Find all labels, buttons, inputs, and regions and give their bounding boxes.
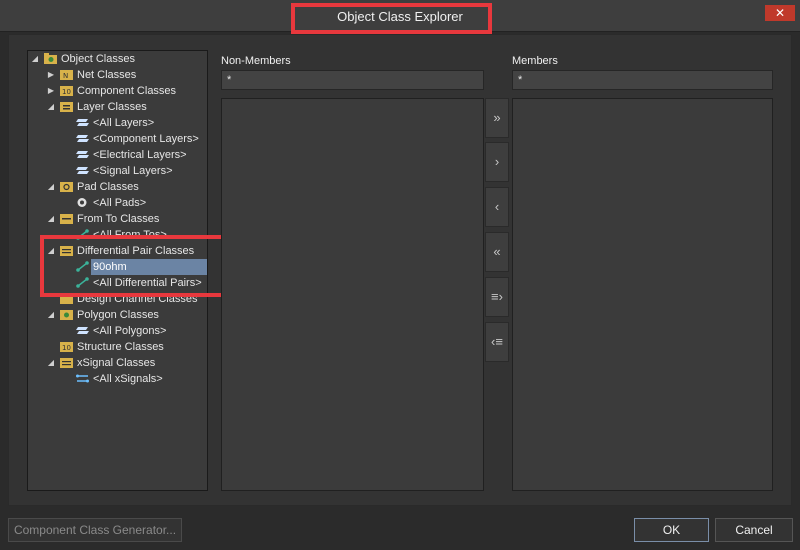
tree-label: <All Pads> (93, 197, 147, 209)
class-folder-icon (60, 102, 73, 112)
class-folder-icon (60, 246, 73, 256)
tree-node-all-from-tos[interactable]: <All From Tos> (28, 227, 207, 243)
tree-label-selected: 90ohm (91, 259, 207, 275)
window-title: Object Class Explorer (337, 9, 463, 24)
tree-label: <All xSignals> (93, 373, 163, 385)
layer-stack-icon (76, 151, 89, 158)
expand-arrow-icon[interactable]: ◢ (46, 243, 56, 259)
tree-label: Object Classes (61, 53, 135, 65)
close-button[interactable]: ✕ (765, 5, 795, 21)
remove-button[interactable]: ‹ (485, 187, 509, 227)
members-list[interactable] (512, 98, 773, 491)
collapsed-arrow-icon[interactable]: ▶ (46, 83, 56, 99)
tree-node-90ohm[interactable]: 90ohm (28, 259, 207, 275)
tree-node-pad-classes[interactable]: ◢ Pad Classes (28, 179, 207, 195)
non-members-title: Non-Members (221, 55, 291, 67)
tree-label: Polygon Classes (77, 309, 159, 321)
tree-label: <All Polygons> (93, 325, 167, 337)
non-members-filter-input[interactable]: * (221, 70, 484, 90)
tree-node-component-classes[interactable]: ▶ 10 Component Classes (28, 83, 207, 99)
tree-node-all-polygons[interactable]: <All Polygons> (28, 323, 207, 339)
diff-pair-icon (76, 277, 89, 288)
tree-label: From To Classes (77, 213, 160, 225)
expand-arrow-icon[interactable]: ◢ (46, 211, 56, 227)
tree-label: <All Layers> (93, 117, 155, 129)
tree-node-polygon-classes[interactable]: ◢ Polygon Classes (28, 307, 207, 323)
tree-label: <All From Tos> (93, 229, 167, 241)
layer-stack-icon (76, 119, 89, 126)
tree-node-design-channel-classes[interactable]: Design Channel Classes (28, 291, 207, 307)
class-tree[interactable]: ◢ Object Classes ▶ N Net Classes ▶ 10 Co… (27, 50, 208, 491)
tree-label: Design Channel Classes (77, 293, 198, 305)
class-folder-icon (60, 214, 73, 224)
tree-label: Structure Classes (77, 341, 164, 353)
non-members-list[interactable] (221, 98, 484, 491)
tree-node-all-differential-pairs[interactable]: <All Differential Pairs> (28, 275, 207, 291)
layer-stack-icon (76, 167, 89, 174)
class-folder-icon: 10 (60, 86, 73, 96)
class-folder-icon (60, 310, 73, 320)
remove-selected-button[interactable]: ‹≡ (485, 322, 509, 362)
tree-node-all-layers[interactable]: <All Layers> (28, 115, 207, 131)
class-folder-icon: N (60, 70, 73, 80)
expand-arrow-icon[interactable]: ◢ (46, 307, 56, 323)
svg-text:10: 10 (62, 344, 71, 352)
tree-label: <Electrical Layers> (93, 149, 187, 161)
pad-icon (77, 198, 87, 207)
tree-node-net-classes[interactable]: ▶ N Net Classes (28, 67, 207, 83)
class-folder-icon: 10 (60, 342, 73, 352)
tree-node-all-xsignals[interactable]: <All xSignals> (28, 371, 207, 387)
class-folder-icon (60, 182, 73, 192)
cancel-button[interactable]: Cancel (715, 518, 793, 542)
add-all-button[interactable]: » (485, 98, 509, 138)
layer-stack-icon (76, 135, 89, 142)
tree-label: Differential Pair Classes (77, 245, 195, 257)
expand-arrow-icon[interactable]: ◢ (46, 355, 56, 371)
tree-node-layer-classes[interactable]: ◢ Layer Classes (28, 99, 207, 115)
svg-text:10: 10 (62, 88, 71, 96)
tree-node-all-pads[interactable]: <All Pads> (28, 195, 207, 211)
xsignal-icon (76, 374, 89, 383)
ok-button[interactable]: OK (634, 518, 709, 542)
tree-label: Net Classes (77, 69, 137, 81)
class-folder-icon (60, 294, 73, 304)
tree-node-component-layers[interactable]: <Component Layers> (28, 131, 207, 147)
expand-arrow-icon[interactable]: ◢ (46, 179, 56, 195)
tree-node-xsignal-classes[interactable]: ◢ xSignal Classes (28, 355, 207, 371)
svg-text:N: N (63, 72, 68, 80)
tree-node-electrical-layers[interactable]: <Electrical Layers> (28, 147, 207, 163)
tree-label: Layer Classes (77, 101, 147, 113)
connection-icon (76, 229, 89, 240)
title-bar: Object Class Explorer ✕ (0, 0, 800, 32)
add-selected-button[interactable]: ≡› (485, 277, 509, 317)
tree-label: xSignal Classes (77, 357, 156, 369)
tree-label: <Signal Layers> (93, 165, 173, 177)
tree-node-differential-pair-classes[interactable]: ◢ Differential Pair Classes (28, 243, 207, 259)
tree-node-object-classes[interactable]: ◢ Object Classes (28, 51, 207, 67)
expand-arrow-icon[interactable]: ◢ (46, 99, 56, 115)
folder-icon (44, 53, 57, 64)
add-button[interactable]: › (485, 142, 509, 182)
tree-label: Pad Classes (77, 181, 139, 193)
tree-label: <All Differential Pairs> (93, 277, 202, 289)
members-title: Members (512, 55, 558, 67)
expand-arrow-icon[interactable]: ◢ (30, 51, 40, 67)
tree-label: <Component Layers> (93, 133, 199, 145)
polygon-icon (76, 327, 89, 334)
tree-label: Component Classes (77, 85, 177, 97)
tree-node-signal-layers[interactable]: <Signal Layers> (28, 163, 207, 179)
component-class-generator-button[interactable]: Component Class Generator... (8, 518, 182, 542)
tree-node-from-to-classes[interactable]: ◢ From To Classes (28, 211, 207, 227)
diff-pair-icon (76, 261, 89, 272)
collapsed-arrow-icon[interactable]: ▶ (46, 67, 56, 83)
tree-node-structure-classes[interactable]: 10 Structure Classes (28, 339, 207, 355)
remove-all-button[interactable]: « (485, 232, 509, 272)
members-filter-input[interactable]: * (512, 70, 773, 90)
class-folder-icon (60, 358, 73, 368)
